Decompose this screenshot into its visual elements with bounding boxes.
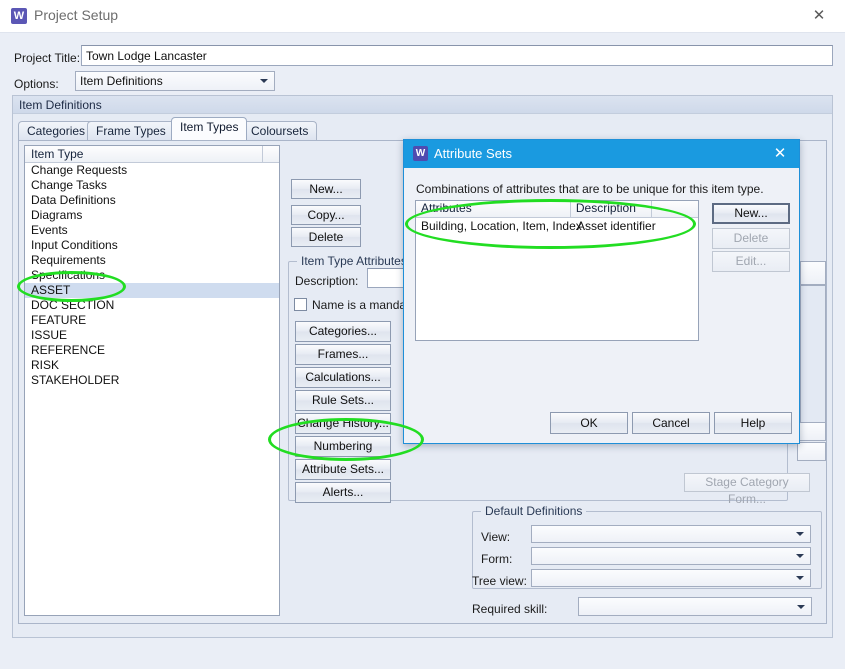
dialog-title: Attribute Sets: [434, 146, 513, 161]
panel-header: Item Definitions: [13, 96, 832, 114]
categories-button[interactable]: Categories...: [295, 321, 391, 342]
list-item[interactable]: Diagrams: [25, 208, 279, 223]
frames-button[interactable]: Frames...: [295, 344, 391, 365]
name-mandatory-label: Name is a mandat: [312, 298, 410, 312]
view-combo[interactable]: [531, 525, 811, 543]
peek-combo-1[interactable]: [797, 422, 826, 441]
dialog-app-icon: W: [413, 146, 428, 161]
dialog-ok-button[interactable]: OK: [550, 412, 628, 434]
item-type-column-label: Item Type: [31, 147, 84, 161]
list-item[interactable]: DOC SECTION: [25, 298, 279, 313]
cell-attributes: Building, Location, Item, Index: [421, 219, 582, 233]
grid-col-attributes: Attributes: [416, 201, 571, 217]
dialog-delete-button[interactable]: Delete: [712, 228, 790, 249]
grid-col-blank: [652, 201, 698, 217]
dialog-edit-button[interactable]: Edit...: [712, 251, 790, 272]
tab-categories[interactable]: Categories: [18, 121, 95, 140]
view-label: View:: [481, 530, 511, 544]
cell-blank: [654, 218, 698, 234]
dialog-description: Combinations of attributes that are to b…: [416, 182, 764, 196]
change-history-button[interactable]: Change History...: [295, 413, 391, 434]
tab-frame-types[interactable]: Frame Types: [87, 121, 175, 140]
list-item[interactable]: Input Conditions: [25, 238, 279, 253]
required-skill-combo[interactable]: [578, 597, 812, 616]
scrollbar-track[interactable]: [800, 285, 826, 425]
chevron-down-icon: [796, 532, 804, 536]
list-item[interactable]: REFERENCE: [25, 343, 279, 358]
options-label: Options:: [14, 77, 59, 91]
item-type-attributes-title: Item Type Attributes: [297, 254, 411, 268]
table-row[interactable]: Building, Location, Item, Index Asset id…: [416, 218, 698, 234]
list-item[interactable]: Change Tasks: [25, 178, 279, 193]
options-combo[interactable]: Item Definitions: [75, 71, 275, 91]
delete-button[interactable]: Delete: [291, 227, 361, 247]
peek-combo-2[interactable]: [797, 442, 826, 461]
cell-description: Asset identifier: [577, 219, 656, 233]
attribute-sets-dialog: W Attribute Sets ✕ Combinations of attri…: [403, 139, 800, 444]
app-icon: W: [11, 8, 27, 24]
window-titlebar: W Project Setup ✕: [0, 0, 845, 33]
rule-sets-button[interactable]: Rule Sets...: [295, 390, 391, 411]
form-label: Form:: [481, 552, 513, 566]
dialog-help-button[interactable]: Help: [714, 412, 792, 434]
list-item[interactable]: STAKEHOLDER: [25, 373, 279, 388]
list-item[interactable]: Requirements: [25, 253, 279, 268]
chevron-down-icon: [796, 576, 804, 580]
copy-button[interactable]: Copy...: [291, 205, 361, 225]
tabstrip: Categories Frame Types Item Types Colour…: [18, 117, 318, 140]
default-definitions-title: Default Definitions: [481, 504, 587, 518]
column-separator: [262, 146, 263, 162]
item-type-column-header: Item Type: [25, 146, 279, 163]
stage-category-form-button[interactable]: Stage Category Form...: [684, 473, 810, 506]
tab-coloursets[interactable]: Coloursets: [242, 121, 318, 140]
list-item[interactable]: RISK: [25, 358, 279, 373]
project-title-label: Project Title:: [14, 51, 81, 65]
app-window: W Project Setup ✕ Project Title: Options…: [0, 0, 845, 669]
list-item-asset[interactable]: ASSET: [25, 283, 279, 298]
list-item[interactable]: Data Definitions: [25, 193, 279, 208]
attribute-sets-grid[interactable]: Attributes Description Building, Locatio…: [415, 200, 699, 341]
list-item[interactable]: ISSUE: [25, 328, 279, 343]
tab-item-types[interactable]: Item Types: [171, 117, 248, 140]
list-item[interactable]: Specifications: [25, 268, 279, 283]
item-type-list-items: Change Requests Change Tasks Data Defini…: [25, 163, 279, 388]
list-item[interactable]: FEATURE: [25, 313, 279, 328]
attribute-sets-button[interactable]: Attribute Sets...: [295, 459, 391, 480]
tree-view-combo[interactable]: [531, 569, 811, 587]
alerts-button[interactable]: Alerts...: [295, 482, 391, 503]
list-item[interactable]: Events: [25, 223, 279, 238]
form-combo[interactable]: [531, 547, 811, 565]
numbering-button[interactable]: Numbering: [295, 436, 391, 457]
options-combo-value: Item Definitions: [80, 74, 163, 88]
chevron-down-icon: [797, 604, 805, 609]
list-item[interactable]: Change Requests: [25, 163, 279, 178]
close-icon[interactable]: ✕: [803, 6, 835, 26]
dialog-new-button[interactable]: New...: [712, 203, 790, 224]
required-skill-label: Required skill:: [472, 602, 548, 616]
description-label: Description:: [295, 274, 359, 288]
window-title: Project Setup: [34, 7, 119, 23]
chevron-down-icon: [260, 79, 268, 83]
name-mandatory-checkbox[interactable]: [294, 298, 307, 311]
scroll-up-button[interactable]: [800, 261, 826, 285]
dialog-titlebar: W Attribute Sets ✕: [404, 140, 799, 168]
project-title-input[interactable]: [81, 45, 833, 66]
dialog-close-icon[interactable]: ✕: [767, 143, 793, 165]
chevron-down-icon: [796, 554, 804, 558]
tree-view-label: Tree view:: [472, 574, 527, 588]
item-type-listbox[interactable]: Item Type Change Requests Change Tasks D…: [24, 145, 280, 616]
new-button[interactable]: New...: [291, 179, 361, 199]
dialog-cancel-button[interactable]: Cancel: [632, 412, 710, 434]
grid-header-row: Attributes Description: [416, 201, 698, 218]
grid-col-description: Description: [571, 201, 653, 217]
calculations-button[interactable]: Calculations...: [295, 367, 391, 388]
